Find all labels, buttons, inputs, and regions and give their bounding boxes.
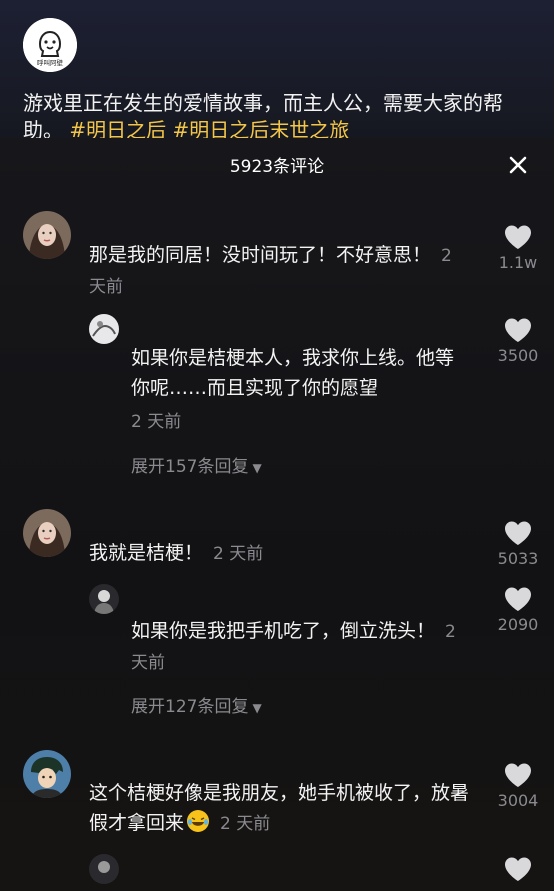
like-count: 2090 bbox=[497, 615, 539, 634]
comment-time: 2 天前 bbox=[213, 544, 264, 564]
logo-wordmark: 呼叫阿壁 bbox=[37, 58, 64, 67]
chevron-down-icon: ▼ bbox=[252, 701, 262, 715]
comment-text: 那是我的同居！没时间玩了！不好意思！ 2 天前 bbox=[89, 240, 469, 302]
reply-avatar[interactable] bbox=[89, 584, 119, 614]
like-count: 5033 bbox=[497, 549, 539, 568]
reply-body: 如果你是我把手机吃了，倒立洗头！ bbox=[131, 620, 436, 642]
reply-text: 如果你是桔梗本人，我求你上线。他等你呢……而且实现了你的愿望 bbox=[131, 347, 455, 399]
laughing-tears-emoji bbox=[186, 809, 210, 833]
account-avatar[interactable]: 呼叫阿壁 bbox=[23, 18, 77, 72]
reply-like-button[interactable] bbox=[495, 856, 541, 882]
heart-icon bbox=[505, 318, 531, 342]
comment-time: 2 天前 bbox=[220, 814, 271, 834]
post-caption: 游戏里正在发生的爱情故事，而主人公，需要大家的帮助。 #明日之后 #明日之后末世… bbox=[23, 90, 533, 138]
comment-text: 这个桔梗好像是我朋友，她手机被收了，放暑假才拿回来 2 天前 bbox=[89, 778, 469, 839]
reply-time: 2 天前 bbox=[131, 412, 182, 432]
commenter-avatar[interactable] bbox=[23, 211, 71, 259]
like-button[interactable]: 3004 bbox=[495, 762, 541, 810]
heart-icon bbox=[505, 521, 531, 545]
chevron-down-icon: ▼ bbox=[252, 461, 262, 475]
heart-icon bbox=[505, 225, 531, 249]
hashtags[interactable]: #明日之后 #明日之后末世之旅 bbox=[69, 118, 349, 138]
like-button[interactable]: 5033 bbox=[495, 520, 541, 568]
commenter-avatar[interactable] bbox=[23, 750, 71, 798]
close-icon[interactable] bbox=[505, 152, 531, 178]
comment-text: 我就是桔梗！ 2 天前 bbox=[89, 538, 469, 569]
comment-body: 那是我的同居！没时间玩了！不好意思！ bbox=[89, 244, 432, 266]
comment-count-title: 5923条评论 bbox=[229, 157, 325, 177]
reply-text: 如果你是我把手机吃了，倒立洗头！ 2 天前 bbox=[131, 616, 471, 678]
like-count: 3500 bbox=[497, 346, 539, 365]
expand-replies-button[interactable]: 展开157条回复 ▼ bbox=[131, 452, 262, 477]
like-count: 1.1w bbox=[498, 253, 538, 272]
reply-like-button[interactable]: 3500 bbox=[495, 317, 541, 365]
heart-icon bbox=[505, 857, 531, 881]
comment-body: 我就是桔梗！ bbox=[89, 542, 204, 564]
reply-like-button[interactable]: 2090 bbox=[495, 586, 541, 634]
expand-label: 展开157条回复 bbox=[131, 457, 249, 477]
comment-body: 这个桔梗好像是我朋友，她手机被收了，放暑假才拿回来 bbox=[89, 782, 470, 834]
commenter-avatar[interactable] bbox=[23, 509, 71, 557]
heart-icon bbox=[505, 763, 531, 787]
like-count: 3004 bbox=[497, 791, 539, 810]
expand-replies-button[interactable]: 展开127条回复 ▼ bbox=[131, 692, 262, 717]
heart-icon bbox=[505, 587, 531, 611]
reply-avatar[interactable] bbox=[89, 854, 119, 884]
expand-label: 展开127条回复 bbox=[131, 697, 249, 717]
reply-avatar[interactable] bbox=[89, 314, 119, 344]
like-button[interactable]: 1.1w bbox=[495, 224, 541, 272]
